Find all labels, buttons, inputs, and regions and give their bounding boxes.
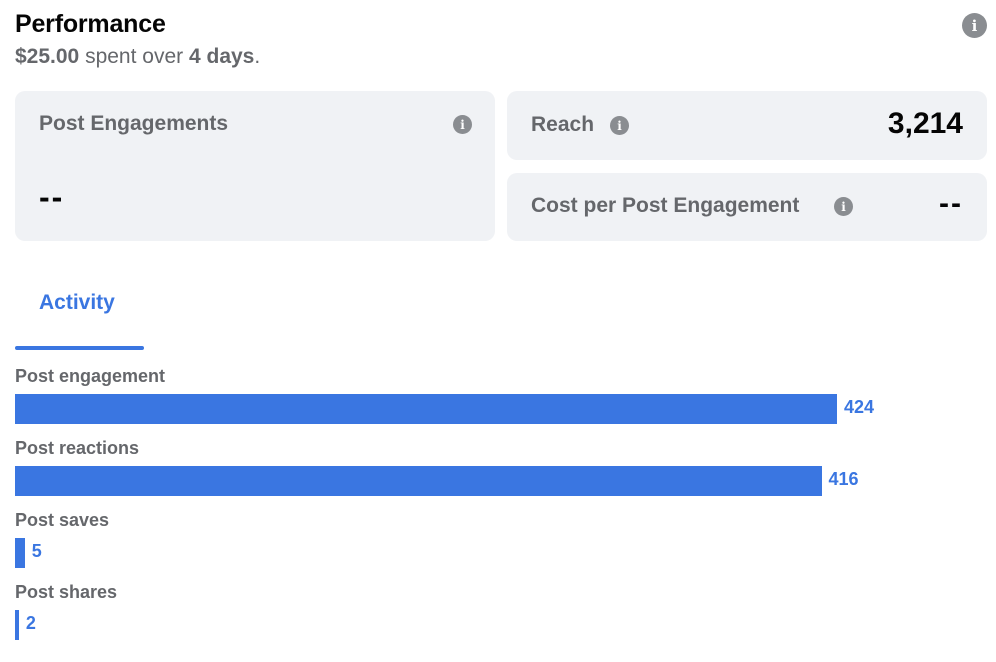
- post-engagements-value: --: [39, 179, 65, 215]
- tab-activity-label: Activity: [39, 291, 115, 314]
- activity-bar: [15, 538, 25, 568]
- activity-bar: [15, 466, 822, 496]
- performance-panel: Performance $25.00 spent over 4 days. i …: [0, 0, 996, 662]
- post-engagements-card: Post Engagements i --: [15, 91, 495, 241]
- cost-per-engagement-card: Cost per Post Engagement i --: [507, 173, 987, 241]
- spent-text: spent over: [85, 45, 184, 68]
- info-icon[interactable]: i: [453, 115, 472, 134]
- reach-card: Reach i 3,214: [507, 91, 987, 160]
- info-icon[interactable]: i: [834, 197, 853, 216]
- activity-value: 2: [25, 613, 36, 633]
- activity-chart: Post engagement 424 Post reactions 416 Post …: [15, 366, 975, 654]
- info-icon[interactable]: i: [962, 13, 987, 38]
- activity-label: Post saves: [15, 510, 110, 530]
- activity-label: Post shares: [15, 582, 118, 602]
- tab-active-indicator: [15, 346, 144, 350]
- activity-label: Post reactions: [15, 438, 140, 458]
- reach-value: 3,214: [887, 107, 963, 140]
- activity-row: Post shares 2: [15, 582, 975, 654]
- activity-row: Post saves 5: [15, 510, 975, 582]
- spent-period: .: [254, 45, 261, 68]
- reach-label: Reach: [531, 113, 595, 136]
- spent-amount: $25.00: [15, 45, 80, 68]
- activity-row: Post engagement 424: [15, 366, 975, 438]
- cost-per-engagement-value: --: [939, 187, 963, 220]
- activity-row: Post reactions 416: [15, 438, 975, 510]
- activity-value: 5: [31, 541, 42, 561]
- post-engagements-label: Post Engagements: [39, 112, 229, 135]
- cost-per-engagement-label: Cost per Post Engagement: [531, 194, 800, 217]
- activity-bar: [15, 610, 19, 640]
- activity-value: 416: [828, 469, 859, 489]
- info-icon[interactable]: i: [610, 116, 629, 135]
- page-title: Performance: [15, 10, 166, 38]
- activity-bar: [15, 394, 837, 424]
- activity-label: Post engagement: [15, 366, 166, 386]
- tab-activity[interactable]: Activity: [15, 276, 144, 350]
- spend-summary: $25.00 spent over 4 days.: [15, 45, 260, 69]
- spent-duration: 4 days: [188, 45, 255, 68]
- activity-value: 424: [844, 397, 875, 417]
